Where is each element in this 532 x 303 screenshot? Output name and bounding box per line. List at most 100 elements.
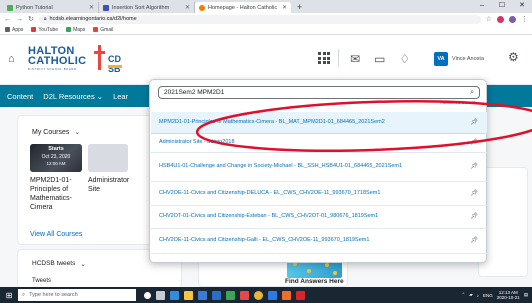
chrome-icon[interactable] bbox=[254, 290, 263, 300]
my-courses-title: My Courses bbox=[32, 128, 70, 136]
network-icon[interactable]: ▰ bbox=[469, 292, 472, 298]
course-link[interactable]: Administrator Site - admin2018 bbox=[159, 139, 235, 147]
course-link[interactable]: CHV2OE-11-Civics and Citizenship-Galli -… bbox=[159, 237, 369, 245]
reload-icon[interactable]: ↻ bbox=[28, 15, 34, 23]
user-menu[interactable]: VA Vince Anosta bbox=[434, 52, 484, 66]
browser-tab-insertion-sort[interactable]: Insertion Sort Algorithm ✕ bbox=[99, 2, 195, 13]
gear-icon[interactable]: ⚙ bbox=[508, 50, 519, 64]
view-all-courses-link[interactable]: View All Courses bbox=[30, 231, 82, 238]
logo-mark: CD SB bbox=[108, 54, 121, 74]
app-icon-orange[interactable] bbox=[282, 290, 291, 300]
pin-icon[interactable]: 📌︎ bbox=[470, 163, 478, 171]
extension-icon[interactable] bbox=[497, 15, 504, 23]
search-icon[interactable]: ⌕ bbox=[470, 89, 474, 97]
notifications-icon[interactable]: ▤ bbox=[524, 292, 528, 298]
menu-dots-icon[interactable]: ⋮ bbox=[521, 15, 528, 23]
taskbar-apps bbox=[144, 290, 305, 300]
windows-taskbar: ⊞ ⌕ Type here to search ⌃ ▰ ♪ ENG 12:13 … bbox=[0, 287, 532, 303]
logo-line3: DISTRICT SCHOOL BOARD bbox=[28, 67, 77, 71]
acrobat-icon[interactable] bbox=[296, 290, 305, 300]
list-item[interactable]: HSB4U1-01-Challenge and Change in Societ… bbox=[151, 153, 487, 182]
widget-title: HCDSB tweets ⌄ bbox=[32, 260, 86, 268]
back-arrow-icon[interactable]: ← bbox=[4, 16, 11, 23]
tray-up-arrow-icon[interactable]: ⌃ bbox=[461, 292, 465, 298]
app-icon-red[interactable] bbox=[240, 290, 249, 300]
store-icon[interactable] bbox=[198, 290, 207, 300]
volume-icon[interactable]: ♪ bbox=[477, 293, 479, 298]
bookmark-apps[interactable]: Apps bbox=[5, 27, 23, 33]
course-link[interactable]: MPM2D1-01-Principles of Mathematics-Cime… bbox=[159, 119, 385, 127]
cross-icon bbox=[94, 45, 105, 70]
subscription-alerts-icon[interactable]: ▭ bbox=[374, 52, 385, 66]
new-tab-button[interactable]: + bbox=[291, 2, 308, 13]
close-window-icon[interactable]: ✕ bbox=[512, 0, 532, 13]
bookmark-youtube[interactable]: YouTube bbox=[31, 27, 58, 33]
browser-tab-homepage[interactable]: Homepage - Halton Catholic Dis ✕ bbox=[195, 2, 291, 13]
course-link[interactable]: HSB4U1-01-Challenge and Change in Societ… bbox=[159, 163, 402, 171]
bookmark-star-icon[interactable]: ☆ bbox=[486, 15, 492, 23]
search-value: 2021Sem2 MPM2D1 bbox=[164, 89, 225, 96]
forward-arrow-icon[interactable]: → bbox=[16, 16, 23, 23]
pin-icon[interactable]: 📌︎ bbox=[470, 139, 478, 147]
tweets-title: HCDSB tweets bbox=[32, 260, 76, 267]
course-selector-grid-icon[interactable] bbox=[318, 52, 330, 64]
maximize-icon[interactable]: ☐ bbox=[492, 0, 512, 13]
youtube-icon bbox=[31, 27, 37, 32]
avatar: VA bbox=[434, 52, 448, 66]
pin-icon[interactable]: 📌︎ bbox=[470, 190, 478, 198]
list-item[interactable]: CHV2OE-11-Civics and Citizenship-DELUCA … bbox=[151, 182, 487, 206]
tab-title: Python Tutorial bbox=[16, 4, 53, 11]
home-icon[interactable]: ⌂ bbox=[8, 53, 15, 65]
list-item[interactable]: CHV2OE-11-Civics and Citizenship-Galli -… bbox=[151, 229, 487, 254]
list-item[interactable]: MPM2D1-01-Principles of Mathematics-Cime… bbox=[151, 112, 487, 134]
course-name-admin[interactable]: Administrator Site bbox=[88, 176, 133, 194]
profile-icon[interactable] bbox=[509, 15, 516, 23]
advanced-search-link[interactable]: Advanced Search bbox=[440, 100, 476, 105]
cortana-icon[interactable] bbox=[144, 291, 151, 299]
course-link[interactable]: CHV2OE-11-Civics and Citizenship-DELUCA … bbox=[159, 190, 380, 198]
bookmark-gmail[interactable]: Gmail bbox=[93, 27, 113, 33]
nav-item-d2l-resources[interactable]: D2L Resources ⌄ bbox=[43, 92, 103, 101]
pin-icon[interactable]: 📌︎ bbox=[470, 213, 478, 221]
taskbar-search-input[interactable]: ⌕ Type here to search bbox=[18, 289, 136, 301]
course-search-input[interactable]: 2021Sem2 MPM2D1 ⌕ bbox=[158, 86, 480, 99]
close-tab-icon[interactable]: ✕ bbox=[185, 4, 190, 11]
close-tab-icon[interactable]: ✕ bbox=[282, 4, 287, 11]
app-icon-blue[interactable] bbox=[268, 290, 277, 300]
school-board-logo[interactable]: HALTON CATHOLIC DISTRICT SCHOOL BOARD CD… bbox=[22, 44, 128, 74]
course-name-mpm2d1[interactable]: MPM2D1-01-Principles of Mathematics-Cime… bbox=[30, 176, 85, 212]
app-icon-green[interactable] bbox=[226, 290, 235, 300]
pin-icon[interactable]: 📌︎ bbox=[470, 237, 478, 245]
windows-start-icon[interactable]: ⊞ bbox=[0, 291, 18, 300]
browser-tab-python[interactable]: Python Tutorial ✕ bbox=[3, 2, 99, 13]
url-bar[interactable]: 🔒︎ hcdsb.elearningontario.ca/d2l/home bbox=[38, 14, 481, 24]
course-tile-image-admin[interactable] bbox=[88, 144, 128, 172]
mail-icon[interactable] bbox=[212, 290, 221, 300]
update-alerts-icon[interactable]: ♢ bbox=[399, 52, 410, 66]
header-icons bbox=[318, 52, 330, 64]
language-indicator[interactable]: ENG bbox=[483, 293, 493, 298]
course-tile-image[interactable]: Starts Oct 23, 2020 12:00 AM bbox=[30, 144, 82, 172]
message-alerts-icon[interactable]: ✉ bbox=[350, 52, 360, 66]
chevron-down-icon[interactable]: ⌄ bbox=[74, 128, 80, 136]
d2l-favicon-icon bbox=[199, 4, 205, 11]
list-item[interactable]: CHV2OT-01-Civics and Citizenship-Esteban… bbox=[151, 206, 487, 229]
minimize-icon[interactable]: – bbox=[472, 0, 492, 13]
nav-item-content[interactable]: Content bbox=[7, 92, 33, 101]
chevron-down-icon[interactable]: ⌄ bbox=[80, 260, 85, 268]
file-explorer-icon[interactable] bbox=[184, 290, 193, 300]
apps-grid-icon bbox=[5, 27, 10, 32]
taskbar-clock[interactable]: 12:13 AM 2020-10-21 bbox=[497, 290, 520, 301]
bookmark-maps[interactable]: Maps bbox=[66, 27, 85, 33]
tile-status: Starts bbox=[48, 146, 64, 152]
edge-icon[interactable] bbox=[170, 290, 179, 300]
close-tab-icon[interactable]: ✕ bbox=[89, 4, 94, 11]
course-link[interactable]: CHV2OT-01-Civics and Citizenship-Esteban… bbox=[159, 213, 378, 221]
insertion-sort-favicon-icon bbox=[103, 4, 109, 11]
logo-line2: CATHOLIC bbox=[28, 55, 87, 67]
list-item[interactable]: Administrator Site - admin2018 📌︎ bbox=[151, 134, 487, 153]
task-view-icon[interactable] bbox=[156, 290, 165, 300]
pin-icon[interactable]: 📌︎ bbox=[470, 119, 478, 127]
logo-bar bbox=[108, 65, 122, 68]
nav-item-learn[interactable]: Lear bbox=[113, 92, 128, 101]
